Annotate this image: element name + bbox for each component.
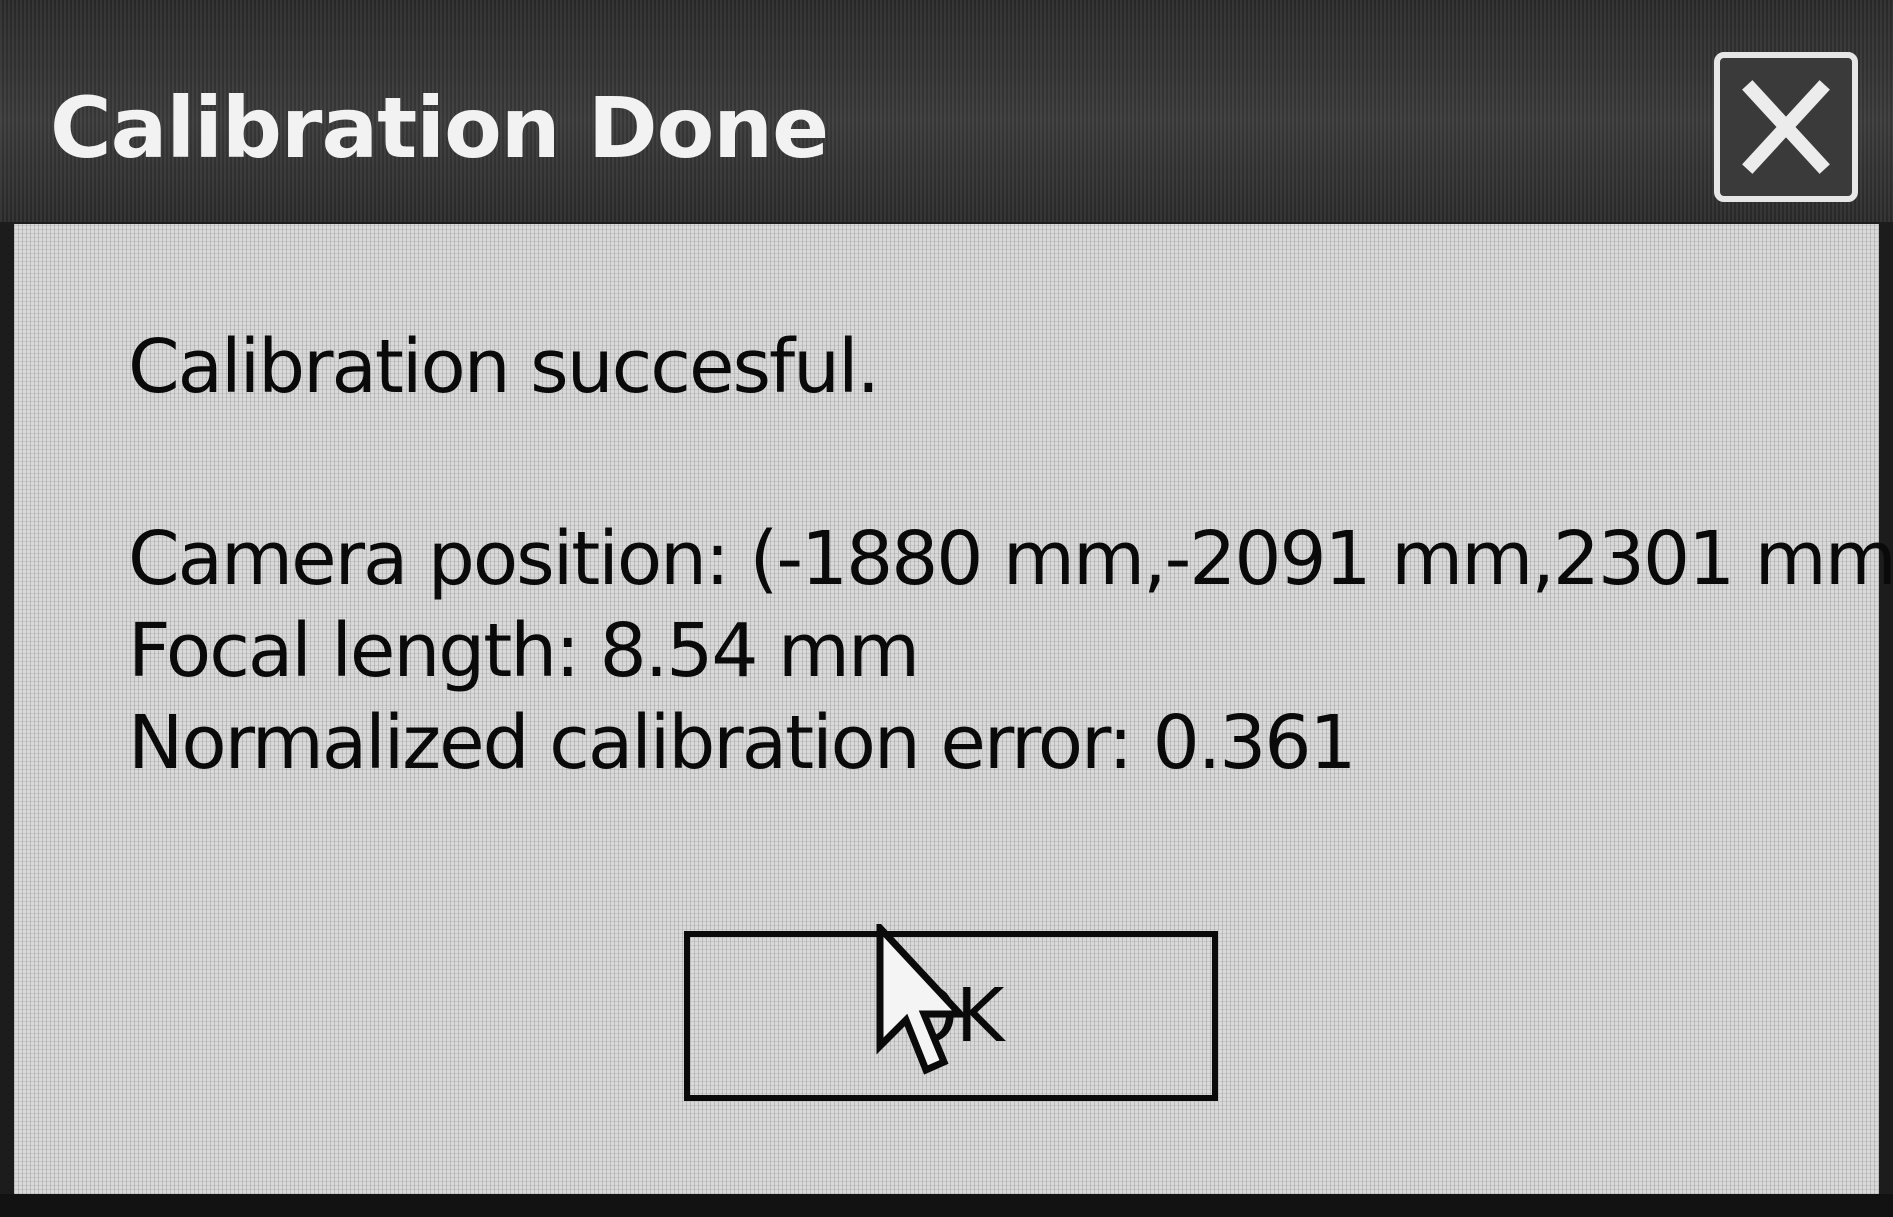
calibration-error-text: Normalized calibration error: 0.361 bbox=[128, 700, 1356, 786]
ok-button[interactable]: OK bbox=[684, 931, 1218, 1101]
ok-button-label: OK bbox=[899, 973, 1005, 1059]
calibration-dialog: Calibration Done Calibration succesful. … bbox=[0, 0, 1893, 1217]
focal-length-text: Focal length: 8.54 mm bbox=[128, 608, 920, 694]
close-button[interactable] bbox=[1714, 52, 1858, 202]
title-bar: Calibration Done bbox=[0, 0, 1893, 222]
dialog-title: Calibration Done bbox=[50, 79, 829, 177]
window-bottom-border bbox=[0, 1194, 1893, 1217]
camera-position-text: Camera position: (-1880 mm,-2091 mm,2301… bbox=[128, 516, 1893, 602]
close-icon bbox=[1742, 80, 1830, 174]
status-message: Calibration succesful. bbox=[128, 324, 880, 410]
dialog-body: Calibration succesful. Camera position: … bbox=[14, 224, 1893, 1194]
